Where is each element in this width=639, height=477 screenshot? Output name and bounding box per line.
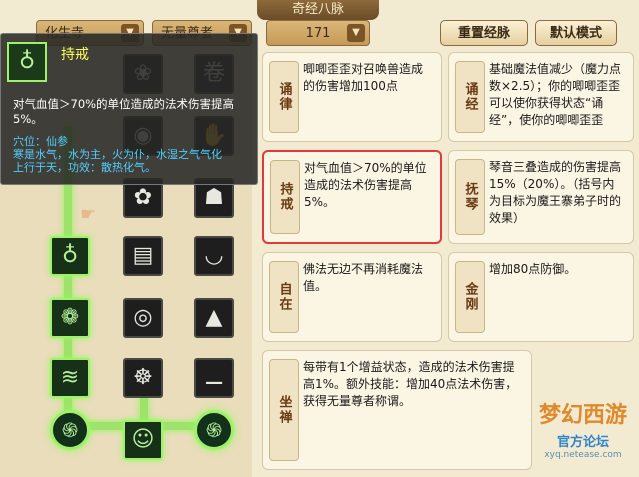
seated-buddha-icon[interactable]: ☸ — [123, 358, 163, 398]
watermark-sub: 官方论坛 — [556, 435, 609, 450]
watermark: 梦幻西游 官方论坛 xyq.netease.com — [531, 401, 635, 473]
skill-card-zizai[interactable]: 自在 佛法无边不再消耗魔法值。 — [262, 252, 442, 342]
tooltip-extra-line: 上行于天，功效：散热化气。 — [13, 161, 156, 174]
reset-meridian-button[interactable]: 重置经脉 — [440, 20, 528, 46]
swirl-icon[interactable]: ֍ — [50, 410, 90, 450]
skill-card-songlv[interactable]: 诵律 唧唧歪歪对召唤兽造成的伤害增加100点 — [262, 52, 442, 142]
swirl-icon[interactable]: ֍ — [194, 410, 234, 450]
bottle-icon[interactable]: ♁ — [50, 236, 90, 276]
skill-card-jingang[interactable]: 金刚 增加80点防御。 — [448, 252, 634, 342]
bottle-icon: ♁ — [7, 42, 47, 82]
meridian-panel: ❀ 卷 ◉ ✋ ✿ ☗ ♁ ▤ ◡ ❁ ◎ ▲ ≋ ☸ ⚊ ֍ ☺ ֍ 奇经八脉… — [0, 0, 639, 477]
points-value: 171 — [305, 26, 331, 41]
pagoda-icon[interactable]: ▲ — [194, 298, 234, 338]
tooltip-acupoint-info: 穴位：仙参 寒是水气，水为主，火为仆，水湿之气气化 上行于天，功效：散热化气。 — [13, 135, 253, 174]
skill-tag: 自在 — [269, 261, 299, 333]
watermark-logo: 梦幻西游 — [538, 403, 627, 428]
skill-card-zuochan[interactable]: 坐禅 每带有1个增益状态，造成的法术伤害提高1%。额外技能：增加40点法术伤害，… — [262, 350, 532, 470]
default-mode-button[interactable]: 默认模式 — [535, 20, 617, 46]
book-stack-icon[interactable]: ▤ — [123, 236, 163, 276]
skill-tooltip: ♁ 持戒 对气血值＞70%的单位造成的法术伤害提高5%。 穴位：仙参 寒是水气，… — [0, 33, 258, 185]
aura-icon[interactable]: ◎ — [123, 298, 163, 338]
skill-tag: 诵律 — [269, 61, 299, 133]
watermark-url: xyq.netease.com — [544, 450, 622, 460]
skill-description: 基础魔法值减少（魔力点数×2.5）；你的唧唧歪歪可以使你获得状态“诵经”，使你的… — [489, 62, 622, 127]
skill-description: 对气血值＞70%的单位造成的法术伤害提高5%。 — [304, 161, 427, 209]
pointer-hand-icon: ☛ — [80, 204, 97, 225]
tooltip-description: 对气血值＞70%的单位造成的法术伤害提高5%。 — [13, 97, 235, 126]
skill-tag: 抚琴 — [455, 159, 485, 235]
skill-description: 琴音三叠造成的伤害提高15%（20%）。（括号内为目标为魔王寨弟子时的效果） — [489, 160, 622, 225]
figure-icon[interactable]: ☺ — [123, 420, 163, 460]
skill-description: 每带有1个增益状态，造成的法术伤害提高1%。额外技能：增加40点法术伤害，获得无… — [303, 360, 518, 408]
window-title: 奇经八脉 — [257, 0, 379, 20]
skill-description: 唧唧歪歪对召唤兽造成的伤害增加100点 — [303, 62, 424, 93]
skill-card-songjing[interactable]: 诵经 基础魔法值减少（魔力点数×2.5）；你的唧唧歪歪可以使你获得状态“诵经”，… — [448, 52, 634, 142]
skill-card-chijie[interactable]: 持戒 对气血值＞70%的单位造成的法术伤害提高5%。 — [262, 150, 442, 244]
skill-tag: 金刚 — [455, 261, 485, 333]
skill-tag: 坐禅 — [269, 359, 299, 461]
bowl-icon[interactable]: ◡ — [194, 236, 234, 276]
points-select[interactable]: 171 ▼ — [266, 20, 370, 46]
skill-card-fuqin[interactable]: 抚琴 琴音三叠造成的伤害提高15%（20%）。（括号内为目标为魔王寨弟子时的效果… — [448, 150, 634, 244]
skill-tag: 诵经 — [455, 61, 485, 133]
tooltip-skill-name: 持戒 — [61, 47, 89, 63]
wave-icon[interactable]: ≋ — [50, 358, 90, 398]
chevron-down-icon[interactable]: ▼ — [347, 24, 365, 42]
skill-description: 增加80点防御。 — [489, 262, 577, 276]
tooltip-extra-line: 穴位：仙参 — [13, 135, 68, 148]
lotus-icon[interactable]: ❁ — [50, 298, 90, 338]
dash-icon[interactable]: ⚊ — [194, 358, 234, 398]
skill-tag: 持戒 — [270, 160, 300, 234]
skill-description: 佛法无边不再消耗魔法值。 — [303, 262, 424, 293]
tooltip-extra-line: 寒是水气，水为主，火为仆，水湿之气气化 — [13, 148, 222, 161]
